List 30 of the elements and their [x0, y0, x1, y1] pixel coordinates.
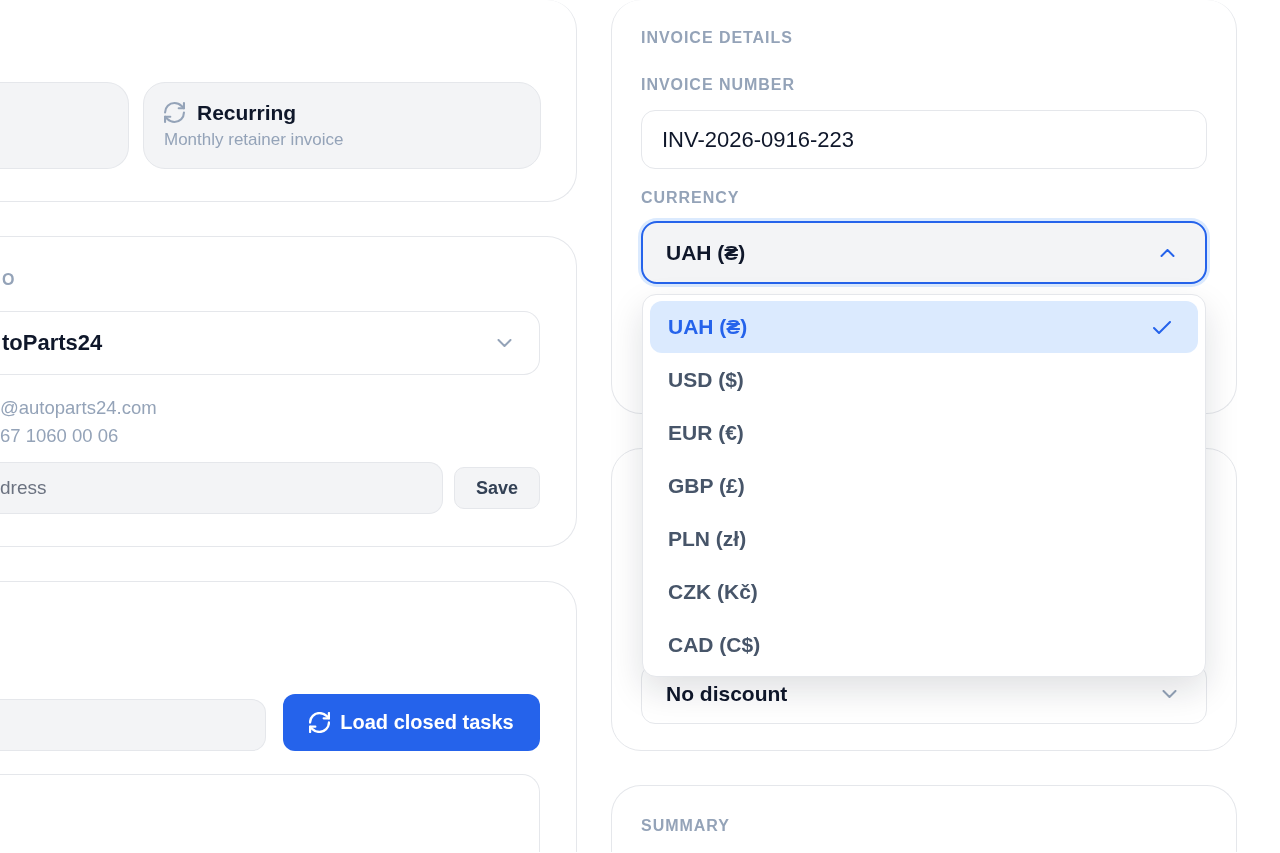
section-label: O — [2, 270, 16, 290]
currency-option[interactable]: CZK (Kč) — [650, 566, 1198, 618]
currency-option[interactable]: EUR (€) — [650, 407, 1198, 459]
refresh-icon — [309, 712, 331, 733]
option-description: Monthly retainer invoice — [164, 128, 344, 151]
check-icon — [1153, 320, 1171, 334]
currency-option[interactable]: USD ($) — [650, 354, 1198, 406]
chevron-down-icon — [497, 339, 512, 347]
client-phone: 67 1060 00 06 — [0, 424, 119, 448]
currency-option[interactable]: GBP (£) — [650, 460, 1198, 512]
field-label: INVOICE NUMBER — [641, 75, 795, 95]
client-select[interactable]: toParts24 — [0, 311, 540, 375]
client-email: @autoparts24.com — [0, 396, 157, 420]
field-label: CURRENCY — [641, 188, 740, 208]
save-button[interactable]: Save — [454, 467, 540, 509]
address-input[interactable]: dress — [0, 462, 443, 514]
option-title: Recurring — [197, 100, 297, 125]
billing-option-card[interactable] — [0, 82, 129, 169]
refresh-icon — [164, 102, 185, 123]
currency-option[interactable]: PLN (zł) — [650, 513, 1198, 565]
billing-option-card[interactable]: Recurring Monthly retainer invoice — [143, 82, 541, 169]
section-title: SUMMARY — [641, 815, 730, 836]
invoice-number-input[interactable]: INV-2026-0916-223 — [641, 110, 1207, 169]
currency-select[interactable]: UAH (₴) — [641, 221, 1207, 284]
section-title: INVOICE DETAILS — [641, 28, 793, 48]
chevron-down-icon — [1162, 690, 1177, 698]
currency-option[interactable]: UAH (₴) — [650, 301, 1198, 353]
load-closed-tasks-button[interactable]: Load closed tasks — [283, 694, 540, 751]
chevron-up-icon — [1160, 248, 1175, 257]
task-input[interactable] — [0, 699, 266, 751]
